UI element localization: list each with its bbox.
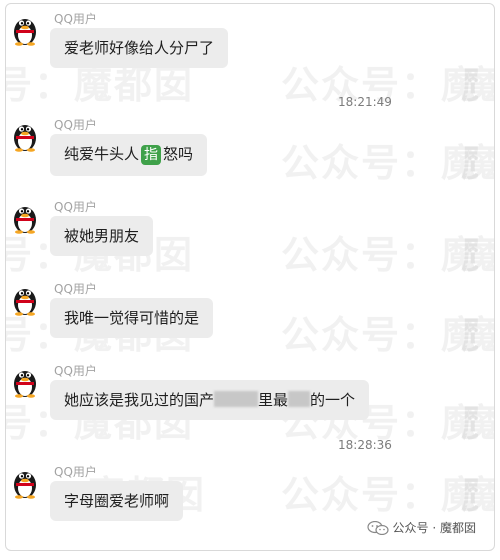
watermark-text: 魔 — [461, 392, 494, 447]
source-credit-label: 公众号 · 魔都囡 — [392, 521, 476, 535]
wechat-icon — [366, 520, 389, 535]
watermark-text: 公众号：魔 — [281, 473, 482, 517]
message-text: 纯爱牛头人 — [64, 145, 140, 163]
qq-penguin-avatar-icon[interactable] — [11, 118, 39, 152]
message-bubble[interactable]: 我唯一觉得可惜的是 — [50, 298, 214, 338]
message-bubble[interactable]: 爱老师好像给人分尸了 — [50, 28, 229, 68]
sender-name: QQ用户 — [54, 282, 97, 296]
watermark-text: 魔 — [461, 132, 494, 187]
sender-name: QQ用户 — [54, 364, 97, 378]
message-text: 的一个 — [310, 391, 356, 409]
watermark-text: 公众号：魔 — [281, 233, 482, 277]
sender-name: QQ用户 — [54, 200, 97, 214]
chat-window: 号：魔都囡 公众号：魔 魔 公众号：魔 魔 号：魔都囡 公众号：魔 魔 号：魔都… — [5, 3, 495, 551]
message-text: 里最 — [258, 391, 289, 409]
timestamp: 18:28:36 — [338, 438, 392, 452]
highlight-badge: 指 — [141, 145, 162, 165]
watermark-text: 公众号：魔 — [281, 141, 482, 185]
watermark-text: 公众号：魔 — [281, 313, 482, 357]
censor-blur — [214, 391, 259, 407]
sender-name: QQ用户 — [54, 12, 97, 26]
qq-penguin-avatar-icon[interactable] — [11, 364, 39, 398]
qq-penguin-avatar-icon[interactable] — [11, 200, 39, 234]
watermark-text: 魔 — [461, 304, 494, 359]
watermark-text: 魔 — [461, 464, 494, 519]
message-text: 她应该是我见过的国产 — [64, 391, 215, 409]
sender-name: QQ用户 — [54, 465, 97, 479]
qq-penguin-avatar-icon[interactable] — [11, 282, 39, 316]
message-bubble[interactable]: 被她男朋友 — [50, 216, 154, 256]
watermark-text: 魔 — [461, 54, 494, 109]
sender-name: QQ用户 — [54, 118, 97, 132]
message-bubble[interactable]: 她应该是我见过的国产 里最 的一个 — [50, 380, 370, 420]
timestamp: 18:21:49 — [338, 95, 392, 109]
watermark-text: 魔 — [461, 224, 494, 279]
qq-penguin-avatar-icon[interactable] — [11, 465, 39, 499]
message-bubble[interactable]: 纯爱牛头人指怒吗 — [50, 134, 208, 176]
qq-penguin-avatar-icon[interactable] — [11, 12, 39, 46]
message-text: 怒吗 — [163, 145, 194, 163]
censor-blur — [288, 391, 311, 407]
source-credit: 公众号 · 魔都囡 — [366, 519, 476, 536]
message-bubble[interactable]: 字母圈爱老师啊 — [50, 481, 184, 521]
